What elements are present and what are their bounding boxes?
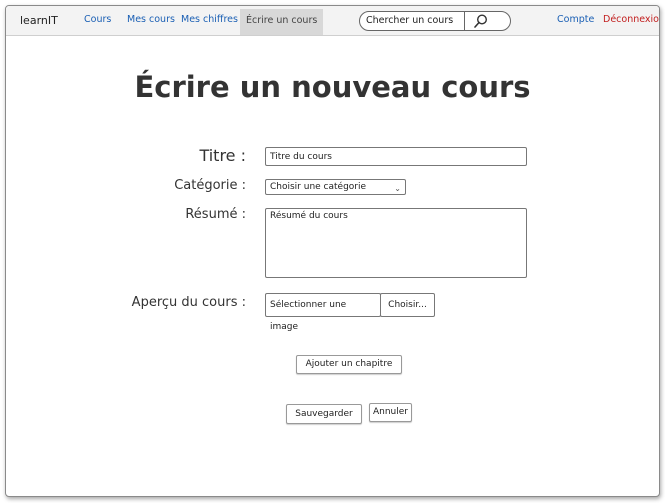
nav-item-mes-cours[interactable]: Mes cours [127, 14, 175, 25]
top-navigation-bar: learnIT Cours Mes cours Mes chiffres Écr… [6, 6, 659, 36]
save-button[interactable]: Sauvegarder [286, 404, 362, 424]
account-link[interactable]: Compte [557, 14, 594, 25]
category-selected-value: Choisir une catégorie [270, 182, 367, 192]
nav-item-mes-chiffres[interactable]: Mes chiffres [181, 14, 238, 25]
nav-item-ecrire-un-cours[interactable]: Écrire un cours [240, 9, 324, 35]
cancel-button[interactable]: Annuler [369, 403, 412, 422]
logout-link[interactable]: Déconnexion [603, 14, 659, 25]
category-label: Catégorie : [174, 178, 246, 193]
nav-item-cours[interactable]: Cours [84, 14, 111, 25]
app-window: learnIT Cours Mes cours Mes chiffres Écr… [5, 5, 660, 497]
page-title: Écrire un nouveau cours [134, 70, 531, 104]
title-label: Titre : [199, 146, 246, 165]
search-icon[interactable] [472, 13, 490, 29]
app-logo[interactable]: learnIT [20, 14, 58, 27]
preview-label: Aperçu du cours : [131, 295, 246, 310]
chevron-down-icon: ⌄ [394, 184, 401, 193]
summary-textarea[interactable]: Résumé du cours [265, 208, 527, 278]
browse-button[interactable]: Choisir... [380, 293, 435, 317]
summary-label: Résumé : [185, 207, 246, 222]
category-select[interactable]: Choisir une catégorie ⌄ [265, 179, 406, 195]
search-box [359, 11, 511, 31]
search-input[interactable] [366, 12, 466, 30]
add-chapter-button[interactable]: Ajouter un chapitre [296, 355, 402, 374]
preview-file-field[interactable]: Sélectionner une image [265, 293, 381, 332]
title-input[interactable] [265, 147, 527, 166]
search-divider [464, 12, 465, 30]
